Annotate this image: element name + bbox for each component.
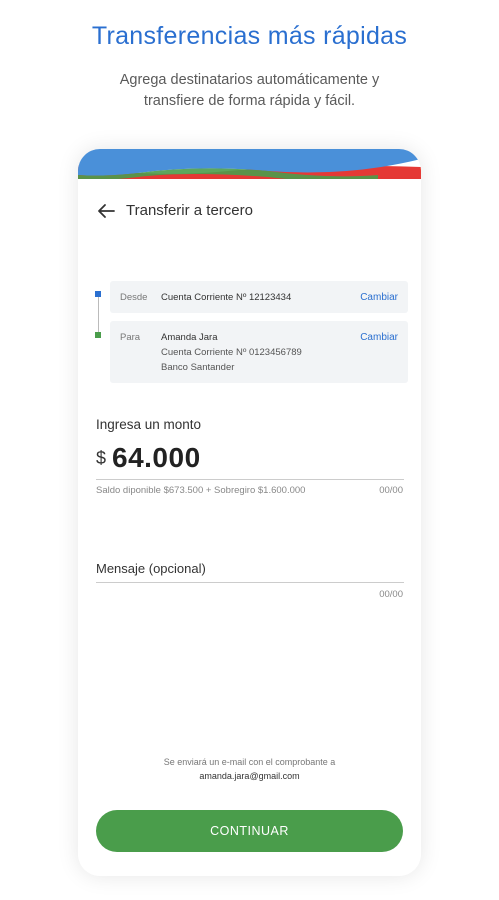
from-account: Cuenta Corriente Nº 12123434 bbox=[161, 292, 292, 303]
from-dot bbox=[95, 291, 101, 297]
recipient-bank: Banco Santander bbox=[161, 362, 235, 373]
from-account-card: Desde Cuenta Corriente Nº 12123434 Cambi… bbox=[110, 281, 408, 313]
from-label: Desde bbox=[120, 292, 148, 303]
message-counter: 00/00 bbox=[379, 589, 403, 600]
change-from-link[interactable]: Cambiar bbox=[360, 292, 398, 303]
page-title: Transferir a tercero bbox=[126, 202, 253, 219]
to-dot bbox=[95, 332, 101, 338]
change-to-link[interactable]: Cambiar bbox=[360, 332, 398, 343]
continue-button[interactable]: CONTINUAR bbox=[96, 810, 403, 852]
email-address: amanda.jara@gmail.com bbox=[199, 771, 300, 781]
timeline-line bbox=[98, 295, 99, 335]
promo-subtitle-line-1: Agrega destinatarios automáticamente y bbox=[119, 72, 380, 88]
recipient-account: Cuenta Corriente Nº 0123456789 bbox=[161, 347, 302, 358]
amount-input[interactable]: $ 64.000 bbox=[96, 442, 404, 480]
promo-subtitle-line-2: transfiere de forma rápida y fácil. bbox=[143, 93, 356, 109]
recipient-name: Amanda Jara bbox=[161, 332, 218, 343]
promo-subtitle: Agrega destinatarios automáticamente y t… bbox=[0, 70, 499, 112]
balance-note: Saldo diponible $673.500 + Sobregiro $1.… bbox=[96, 485, 306, 496]
arrow-left-icon[interactable] bbox=[94, 199, 118, 223]
to-label: Para bbox=[120, 332, 141, 343]
currency-symbol: $ bbox=[96, 448, 107, 468]
app-header: Transferir a tercero bbox=[78, 179, 421, 245]
email-note: Se enviará un e-mail con el comprobante … bbox=[78, 755, 421, 783]
phone-frame: Transferir a tercero Desde Cuenta Corrie… bbox=[78, 149, 421, 876]
transfer-form: Desde Cuenta Corriente Nº 12123434 Cambi… bbox=[78, 245, 421, 876]
amount-value: 64.000 bbox=[112, 442, 201, 473]
amount-counter: 00/00 bbox=[379, 485, 403, 496]
email-note-text: Se enviará un e-mail con el comprobante … bbox=[163, 757, 336, 767]
to-account-card: Para Amanda Jara Cuenta Corriente Nº 012… bbox=[110, 321, 408, 383]
message-label: Mensaje (opcional) bbox=[96, 561, 206, 576]
promo-title: Transferencias más rápidas bbox=[91, 22, 408, 50]
amount-label: Ingresa un monto bbox=[96, 417, 202, 432]
message-input[interactable]: Mensaje (opcional) bbox=[96, 561, 404, 583]
